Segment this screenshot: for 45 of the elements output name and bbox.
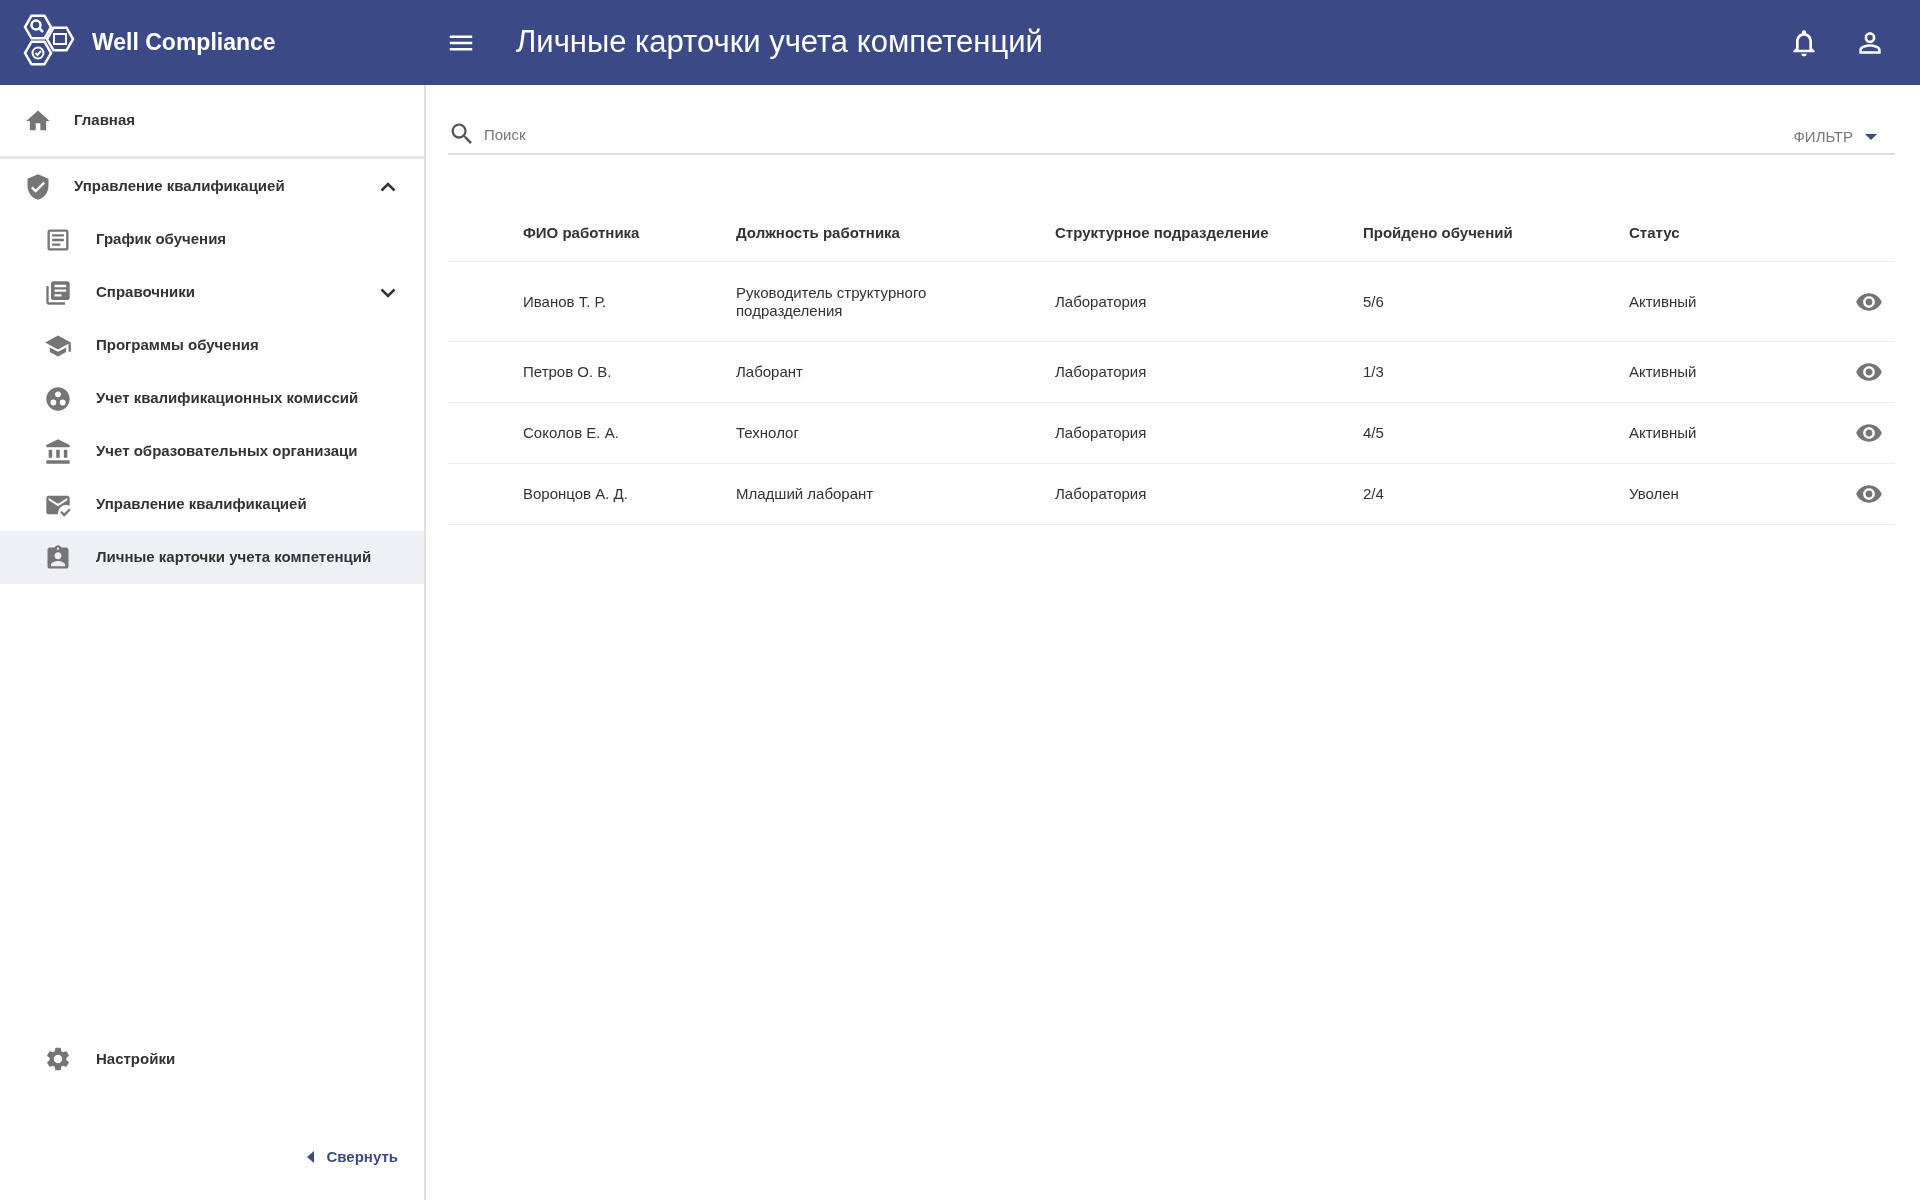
sidebar-item[interactable]: Справочники xyxy=(0,266,424,319)
table-cell-text: 2/4 xyxy=(1363,485,1385,503)
sidebar-item[interactable]: Учет образовательных организаци xyxy=(0,425,424,478)
table-cell-text: Воронцов А. Д. xyxy=(523,485,629,503)
caret-left-icon xyxy=(307,1150,315,1163)
sidebar-item[interactable]: Главная xyxy=(0,94,424,147)
table-cell-text: Лаборатория xyxy=(1055,292,1148,311)
sidebar-item[interactable]: Программы обучения xyxy=(0,319,424,372)
table-cell-text: Лаборатория xyxy=(1055,363,1148,381)
column-header: Статус xyxy=(1629,222,1681,243)
table-cell-text: 1/3 xyxy=(1363,363,1385,381)
table-cell-text: 5/6 xyxy=(1363,292,1385,311)
table-cell-text: Иванов Т. Р. xyxy=(523,292,607,311)
table-cell-text: Руководитель структурного подразделения xyxy=(736,283,928,320)
building-columns-icon xyxy=(44,437,72,466)
table-cell-text: Уволен xyxy=(1629,485,1680,503)
table-cell-text: Петров О. В. xyxy=(523,363,613,381)
column-header: Должность работника xyxy=(736,222,901,243)
page-title: Личные карточки учета компетенций xyxy=(516,23,1043,62)
column-header: Структурное подразделение xyxy=(1055,222,1270,243)
settings-icon xyxy=(44,1045,72,1073)
column-header: Пройдено обучений xyxy=(1363,222,1514,243)
sidebar-item[interactable]: Управление квалификацией xyxy=(0,160,424,213)
books-icon xyxy=(44,278,72,307)
table-cell-text: Лаборант xyxy=(736,363,804,381)
table-cell-text: 4/5 xyxy=(1363,424,1385,442)
sidebar-item[interactable]: Настройки xyxy=(0,1032,424,1086)
table-cell-text: Активный xyxy=(1629,292,1698,311)
sidebar-item[interactable]: Учет квалификационных комиссий xyxy=(0,372,424,425)
sidebar-item[interactable]: Управление квалификацией xyxy=(0,478,424,531)
table-cell-text: Соколов Е. А. xyxy=(523,424,620,442)
caret-down-icon xyxy=(1865,134,1877,140)
app-name: Well Compliance xyxy=(92,28,276,58)
table-cell-text: Активный xyxy=(1629,363,1698,381)
table-cell-text: Лаборатория xyxy=(1055,424,1148,442)
table-cell-text: Лаборатория xyxy=(1055,485,1148,503)
table-cell-text: Активный xyxy=(1629,424,1698,442)
sidebar-item[interactable]: График обучения xyxy=(0,213,424,266)
sidebar-item[interactable]: Личные карточки учета компетенций xyxy=(0,531,424,584)
table-cell-text: Младший лаборант xyxy=(736,485,875,503)
column-header: ФИО работника xyxy=(523,222,641,243)
collapse-button[interactable]: Свернуть xyxy=(307,1145,398,1168)
search-field[interactable]: Поиск xyxy=(484,119,1794,149)
table-cell-text: Технолог xyxy=(736,424,800,442)
filter-dropdown[interactable]: ФИЛЬТР xyxy=(1793,125,1877,149)
